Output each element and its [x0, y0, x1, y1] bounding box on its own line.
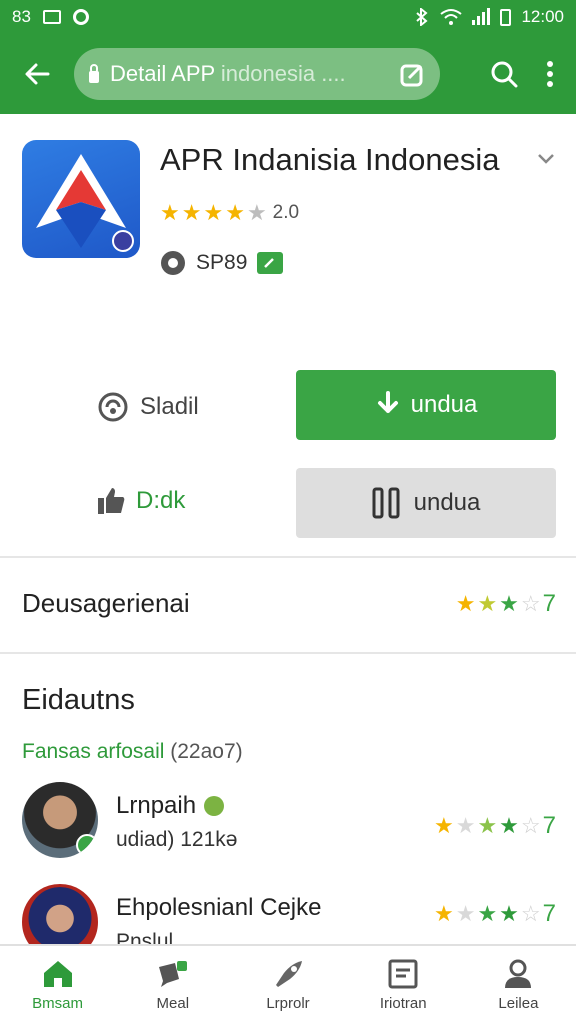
avatar	[22, 782, 98, 858]
rating-summary-row[interactable]: Deusagerienai ★ ★ ★ ☆ 7	[22, 588, 556, 619]
star-empty-icon: ★	[455, 901, 476, 926]
avatar	[22, 884, 98, 944]
install-button[interactable]: undua	[296, 370, 556, 440]
star-icon: ★	[225, 200, 245, 225]
app-logo	[22, 140, 140, 258]
bluetooth-icon	[416, 8, 429, 26]
review-stars: ★ ★ ★ ★ ☆ 7	[434, 900, 556, 928]
divider	[0, 556, 576, 558]
back-button[interactable]	[0, 34, 74, 114]
editors-choice-icon	[257, 252, 284, 274]
nav-label: Lrprolr	[266, 994, 310, 1012]
nav-home[interactable]: Bmsam	[0, 946, 115, 1024]
search-query: Detail APP indonesia ....	[110, 61, 346, 86]
verified-icon	[204, 796, 225, 816]
app-title: APR Indanisia Indonesia	[160, 142, 500, 177]
like-label: D:dk	[136, 487, 186, 514]
review-item[interactable]: Ehpolesnianl Cejke Pnslul ★ ★ ★ ★ ☆ 7	[22, 884, 556, 944]
status-left-text: 83	[12, 7, 31, 26]
location-icon	[72, 9, 89, 25]
reviews-title: Eidautns	[22, 684, 135, 716]
install-label: undua	[410, 391, 478, 418]
app-meta: SP89	[160, 250, 284, 276]
library-icon	[372, 487, 400, 519]
star-icon: ★	[160, 200, 180, 225]
star-empty-icon: ★	[246, 200, 267, 225]
star-icon: ★	[433, 901, 454, 926]
bottom-nav: Bmsam Meal Lrprolr Iriotran Leilea	[0, 944, 576, 1024]
reviews-filter[interactable]: Fansas arfosail (22ao7)	[22, 740, 243, 764]
star-icon: ★	[477, 590, 498, 616]
star-icon: ★	[499, 901, 519, 926]
share-label: Sladil	[140, 393, 199, 420]
like-button[interactable]: D:dk	[96, 486, 185, 516]
chat-icon	[158, 960, 187, 987]
app-header: APR Indanisia Indonesia ★ ★ ★ ★ ★ 2.0 SP…	[0, 114, 576, 314]
star-icon: ★	[477, 813, 498, 838]
nav-label: Iriotran	[379, 994, 427, 1012]
status-time: 12:00	[521, 7, 564, 26]
meta-label: SP89	[196, 251, 248, 274]
star-icon: ★	[477, 901, 498, 926]
age-rating-icon	[161, 251, 185, 275]
nav-meal[interactable]: Meal	[115, 946, 230, 1024]
nav-profile[interactable]: Leilea	[461, 946, 576, 1024]
wifi-icon	[440, 9, 463, 25]
share-button[interactable]: Sladil	[96, 390, 199, 424]
star-empty-icon: ☆	[520, 590, 541, 616]
thumbs-up-icon	[98, 488, 125, 514]
download-hand-icon	[377, 391, 398, 413]
battery-icon	[500, 8, 512, 26]
search-field[interactable]: Detail APP indonesia ....	[74, 48, 440, 100]
lock-icon	[89, 64, 99, 83]
app-badge-icon	[112, 230, 134, 252]
star-empty-icon: ☆	[520, 901, 541, 926]
app-rating: ★ ★ ★ ★ ★ 2.0	[160, 202, 299, 224]
rating-summary-stars: ★ ★ ★ ☆ 7	[456, 590, 556, 618]
app-bar: Detail APP indonesia ....	[0, 34, 576, 114]
nav-label: Leilea	[498, 994, 539, 1012]
review-meta: Pnslul	[116, 930, 174, 944]
secondary-label: undua	[413, 489, 481, 516]
person-icon	[505, 959, 532, 988]
more-vert-icon[interactable]	[546, 60, 554, 88]
review-score: 7	[542, 900, 556, 927]
review-item[interactable]: Lrnpaih udiad) 121kə ★ ★ ★ ★ ☆ 7	[22, 782, 556, 862]
star-icon: ★	[433, 813, 454, 838]
star-empty-icon: ☆	[520, 813, 541, 838]
star-icon: ★	[499, 813, 519, 838]
verified-badge-icon	[76, 834, 98, 856]
nav-documents[interactable]: Iriotran	[346, 946, 461, 1024]
reviewer-name: Lrnpaih	[116, 792, 225, 820]
edit-icon[interactable]	[400, 61, 426, 87]
review-score: 7	[542, 812, 556, 839]
home-icon	[43, 960, 72, 987]
status-bar: 83 12:00	[0, 0, 576, 34]
secondary-button[interactable]: undua	[296, 468, 556, 538]
nav-label: Bmsam	[32, 994, 84, 1012]
nav-label: Meal	[156, 994, 190, 1012]
document-icon	[388, 959, 418, 988]
rating-value: 2.0	[272, 202, 300, 223]
star-icon: ★	[181, 200, 202, 225]
image-notification-icon	[42, 10, 61, 24]
share-icon	[98, 392, 128, 422]
review-stars: ★ ★ ★ ★ ☆ 7	[434, 812, 556, 840]
star-icon: ★	[455, 590, 476, 616]
reviewer-name: Ehpolesnianl Cejke	[116, 894, 322, 921]
rating-summary-value: 7	[542, 589, 556, 617]
star-icon: ★	[203, 200, 224, 225]
chevron-down-icon[interactable]	[538, 154, 554, 164]
rating-summary-label: Deusagerienai	[22, 588, 190, 618]
star-empty-icon: ★	[455, 813, 476, 838]
back-arrow-icon	[25, 63, 50, 85]
nav-explore[interactable]: Lrprolr	[230, 946, 345, 1024]
signal-icon	[472, 8, 491, 25]
star-icon: ★	[499, 590, 519, 616]
search-icon[interactable]	[490, 60, 518, 88]
rocket-icon	[276, 960, 302, 987]
divider	[0, 652, 576, 654]
review-meta: udiad) 121kə	[116, 828, 238, 851]
